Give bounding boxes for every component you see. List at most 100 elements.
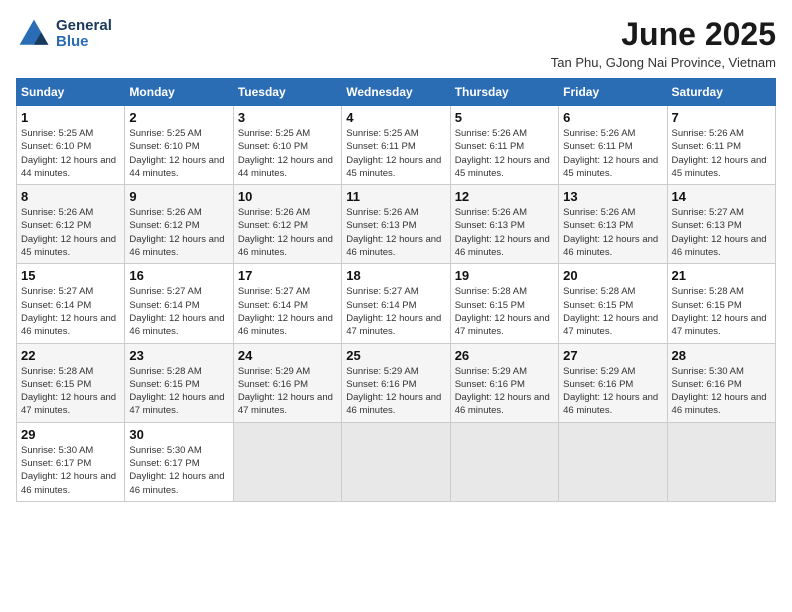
day-info: Sunrise: 5:29 AMSunset: 6:16 PMDaylight:… [455, 365, 554, 418]
day-info: Sunrise: 5:29 AMSunset: 6:16 PMDaylight:… [238, 365, 337, 418]
weekday-header-sunday: Sunday [17, 79, 125, 106]
day-info: Sunrise: 5:26 AMSunset: 6:13 PMDaylight:… [455, 206, 554, 259]
calendar-day-cell: 21Sunrise: 5:28 AMSunset: 6:15 PMDayligh… [667, 264, 775, 343]
calendar-week-row: 15 Sunrise: 5:27 AMSunset: 6:14 PMDayligh… [17, 264, 776, 343]
calendar-day-cell [233, 422, 341, 501]
day-info: Sunrise: 5:28 AMSunset: 6:15 PMDaylight:… [129, 365, 228, 418]
calendar-day-cell: 12 Sunrise: 5:26 AMSunset: 6:13 PMDayligh… [450, 185, 558, 264]
logo-icon [16, 16, 52, 52]
weekday-header-saturday: Saturday [667, 79, 775, 106]
day-number: 6 [563, 110, 662, 125]
calendar-table: SundayMondayTuesdayWednesdayThursdayFrid… [16, 78, 776, 502]
weekday-header-row: SundayMondayTuesdayWednesdayThursdayFrid… [17, 79, 776, 106]
day-number: 1 [21, 110, 120, 125]
day-number: 26 [455, 348, 554, 363]
day-number: 14 [672, 189, 771, 204]
day-number: 25 [346, 348, 445, 363]
calendar-day-cell: 30 Sunrise: 5:30 AMSunset: 6:17 PMDayligh… [125, 422, 233, 501]
day-number: 10 [238, 189, 337, 204]
calendar-day-cell: 13 Sunrise: 5:26 AMSunset: 6:13 PMDayligh… [559, 185, 667, 264]
day-number: 16 [129, 268, 228, 283]
day-info: Sunrise: 5:27 AMSunset: 6:14 PMDaylight:… [129, 285, 228, 338]
calendar-day-cell: 2Sunrise: 5:25 AMSunset: 6:10 PMDaylight… [125, 106, 233, 185]
day-info: Sunrise: 5:25 AMSunset: 6:10 PMDaylight:… [21, 127, 120, 180]
calendar-week-row: 22Sunrise: 5:28 AMSunset: 6:15 PMDayligh… [17, 343, 776, 422]
day-info: Sunrise: 5:28 AMSunset: 6:15 PMDaylight:… [21, 365, 120, 418]
weekday-header-thursday: Thursday [450, 79, 558, 106]
calendar-day-cell: 14 Sunrise: 5:27 AMSunset: 6:13 PMDayligh… [667, 185, 775, 264]
calendar-day-cell: 23 Sunrise: 5:28 AMSunset: 6:15 PMDayligh… [125, 343, 233, 422]
calendar-day-cell [342, 422, 450, 501]
day-info: Sunrise: 5:30 AMSunset: 6:17 PMDaylight:… [21, 444, 120, 497]
day-number: 13 [563, 189, 662, 204]
day-info: Sunrise: 5:27 AMSunset: 6:14 PMDaylight:… [346, 285, 445, 338]
day-number: 29 [21, 427, 120, 442]
weekday-header-wednesday: Wednesday [342, 79, 450, 106]
day-info: Sunrise: 5:27 AMSunset: 6:14 PMDaylight:… [238, 285, 337, 338]
day-info: Sunrise: 5:26 AMSunset: 6:11 PMDaylight:… [455, 127, 554, 180]
day-number: 4 [346, 110, 445, 125]
weekday-header-tuesday: Tuesday [233, 79, 341, 106]
weekday-header-monday: Monday [125, 79, 233, 106]
calendar-day-cell [667, 422, 775, 501]
day-info: Sunrise: 5:26 AMSunset: 6:13 PMDaylight:… [346, 206, 445, 259]
calendar-day-cell: 7 Sunrise: 5:26 AMSunset: 6:11 PMDaylight… [667, 106, 775, 185]
calendar-day-cell: 20 Sunrise: 5:28 AMSunset: 6:15 PMDayligh… [559, 264, 667, 343]
day-number: 27 [563, 348, 662, 363]
calendar-day-cell [559, 422, 667, 501]
day-number: 17 [238, 268, 337, 283]
day-number: 19 [455, 268, 554, 283]
day-number: 15 [21, 268, 120, 283]
day-info: Sunrise: 5:30 AMSunset: 6:17 PMDaylight:… [129, 444, 228, 497]
day-number: 21 [672, 268, 771, 283]
calendar-day-cell: 3 Sunrise: 5:25 AMSunset: 6:10 PMDaylight… [233, 106, 341, 185]
day-number: 3 [238, 110, 337, 125]
day-info: Sunrise: 5:27 AMSunset: 6:14 PMDaylight:… [21, 285, 120, 338]
logo: General Blue [16, 16, 112, 52]
day-number: 11 [346, 189, 445, 204]
day-info: Sunrise: 5:27 AMSunset: 6:13 PMDaylight:… [672, 206, 771, 259]
day-info: Sunrise: 5:25 AMSunset: 6:10 PMDaylight:… [238, 127, 337, 180]
month-title: June 2025 [551, 16, 776, 53]
day-number: 12 [455, 189, 554, 204]
calendar-day-cell: 4 Sunrise: 5:25 AMSunset: 6:11 PMDaylight… [342, 106, 450, 185]
calendar-day-cell: 10 Sunrise: 5:26 AMSunset: 6:12 PMDayligh… [233, 185, 341, 264]
location-subtitle: Tan Phu, GJong Nai Province, Vietnam [551, 55, 776, 70]
day-number: 18 [346, 268, 445, 283]
calendar-day-cell: 22Sunrise: 5:28 AMSunset: 6:15 PMDayligh… [17, 343, 125, 422]
day-number: 20 [563, 268, 662, 283]
day-number: 5 [455, 110, 554, 125]
day-info: Sunrise: 5:28 AMSunset: 6:15 PMDaylight:… [563, 285, 662, 338]
day-number: 7 [672, 110, 771, 125]
calendar-day-cell: 29 Sunrise: 5:30 AMSunset: 6:17 PMDayligh… [17, 422, 125, 501]
day-info: Sunrise: 5:26 AMSunset: 6:13 PMDaylight:… [563, 206, 662, 259]
day-info: Sunrise: 5:28 AMSunset: 6:15 PMDaylight:… [455, 285, 554, 338]
day-number: 28 [672, 348, 771, 363]
calendar-day-cell: 19 Sunrise: 5:28 AMSunset: 6:15 PMDayligh… [450, 264, 558, 343]
calendar-day-cell: 6Sunrise: 5:26 AMSunset: 6:11 PMDaylight… [559, 106, 667, 185]
calendar-week-row: 29 Sunrise: 5:30 AMSunset: 6:17 PMDayligh… [17, 422, 776, 501]
calendar-day-cell: 5 Sunrise: 5:26 AMSunset: 6:11 PMDaylight… [450, 106, 558, 185]
day-info: Sunrise: 5:26 AMSunset: 6:12 PMDaylight:… [21, 206, 120, 259]
day-number: 30 [129, 427, 228, 442]
day-info: Sunrise: 5:29 AMSunset: 6:16 PMDaylight:… [346, 365, 445, 418]
calendar-day-cell: 18 Sunrise: 5:27 AMSunset: 6:14 PMDayligh… [342, 264, 450, 343]
day-info: Sunrise: 5:30 AMSunset: 6:16 PMDaylight:… [672, 365, 771, 418]
calendar-day-cell: 1 Sunrise: 5:25 AMSunset: 6:10 PMDaylight… [17, 106, 125, 185]
calendar-day-cell: 16 Sunrise: 5:27 AMSunset: 6:14 PMDayligh… [125, 264, 233, 343]
day-info: Sunrise: 5:26 AMSunset: 6:12 PMDaylight:… [238, 206, 337, 259]
day-info: Sunrise: 5:26 AMSunset: 6:12 PMDaylight:… [129, 206, 228, 259]
calendar-week-row: 1 Sunrise: 5:25 AMSunset: 6:10 PMDaylight… [17, 106, 776, 185]
title-area: June 2025 Tan Phu, GJong Nai Province, V… [551, 16, 776, 70]
calendar-day-cell [450, 422, 558, 501]
calendar-day-cell: 15 Sunrise: 5:27 AMSunset: 6:14 PMDayligh… [17, 264, 125, 343]
calendar-day-cell: 8Sunrise: 5:26 AMSunset: 6:12 PMDaylight… [17, 185, 125, 264]
day-info: Sunrise: 5:25 AMSunset: 6:11 PMDaylight:… [346, 127, 445, 180]
day-number: 23 [129, 348, 228, 363]
calendar-day-cell: 28 Sunrise: 5:30 AMSunset: 6:16 PMDayligh… [667, 343, 775, 422]
day-number: 9 [129, 189, 228, 204]
day-info: Sunrise: 5:25 AMSunset: 6:10 PMDaylight:… [129, 127, 228, 180]
day-info: Sunrise: 5:26 AMSunset: 6:11 PMDaylight:… [672, 127, 771, 180]
calendar-week-row: 8Sunrise: 5:26 AMSunset: 6:12 PMDaylight… [17, 185, 776, 264]
weekday-header-friday: Friday [559, 79, 667, 106]
